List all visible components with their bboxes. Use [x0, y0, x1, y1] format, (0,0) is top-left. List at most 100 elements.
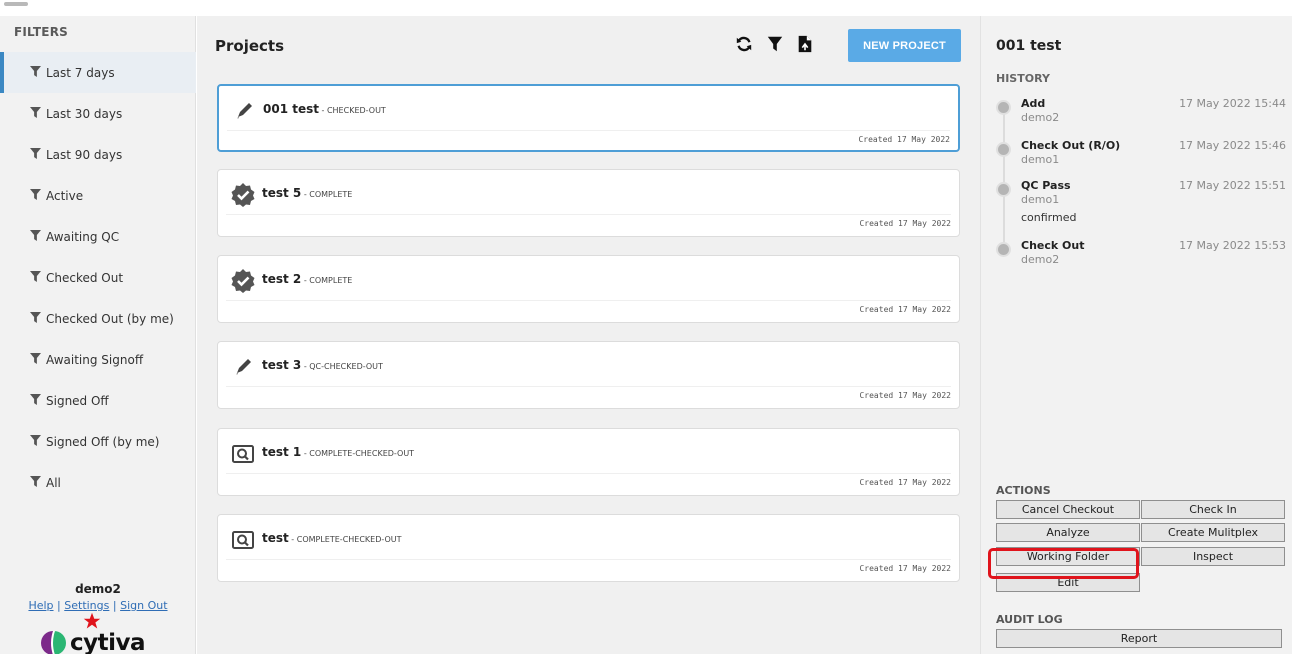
project-card[interactable]: test 5 - COMPLETE Created 17 May 2022 — [217, 169, 960, 237]
link-separator: | — [112, 599, 117, 612]
filter-label: Last 7 days — [46, 65, 115, 80]
funnel-icon — [30, 353, 41, 364]
filter-label: Signed Off — [46, 393, 109, 408]
funnel-icon — [30, 271, 41, 282]
project-created-date: Created 17 May 2022 — [858, 135, 950, 144]
actions-label: ACTIONS — [996, 484, 1051, 497]
magnifier-box-icon — [230, 527, 256, 553]
settings-link[interactable]: Settings — [64, 599, 109, 612]
funnel-icon — [30, 189, 41, 200]
pencil-icon — [231, 98, 257, 124]
filter-item[interactable]: Checked Out — [0, 257, 196, 298]
filter-item[interactable]: Last 7 days — [0, 52, 196, 93]
project-name: test 5 — [262, 186, 302, 200]
help-link[interactable]: Help — [28, 599, 53, 612]
analyze-button[interactable]: Analyze — [996, 523, 1140, 542]
filter-label: Checked Out — [46, 270, 124, 285]
project-status: - COMPLETE — [301, 190, 353, 199]
project-card[interactable]: test 1 - COMPLETE-CHECKED-OUT Created 17 … — [217, 428, 960, 496]
export-file-icon[interactable] — [796, 35, 814, 53]
audit-log-label: AUDIT LOG — [996, 613, 1063, 626]
window-top-strip — [0, 0, 1311, 16]
pencil-icon — [230, 354, 256, 380]
history-user: demo2 — [1021, 253, 1060, 266]
project-name-line: test - COMPLETE-CHECKED-OUT — [262, 531, 402, 545]
project-detail-panel: 001 test HISTORY Add demo2 17 May 2022 15:… — [980, 16, 1292, 654]
filter-list: Last 7 days Last 30 days Last 90 days Activ… — [0, 52, 196, 503]
filters-sidebar: FILTERS Last 7 days Last 30 days Last 90 d… — [0, 16, 196, 654]
card-divider — [226, 559, 951, 560]
funnel-icon — [30, 476, 41, 487]
user-links: Help | Settings | Sign Out — [0, 599, 196, 612]
history-action: Check Out — [1021, 239, 1085, 252]
filter-label: Signed Off (by me) — [46, 434, 160, 449]
filters-title: FILTERS — [14, 25, 68, 39]
filter-item[interactable]: Last 30 days — [0, 93, 196, 134]
history-user: demo1 — [1021, 193, 1060, 206]
project-name: test 2 — [262, 272, 302, 286]
filter-icon[interactable] — [766, 35, 784, 53]
history-label: HISTORY — [996, 72, 1050, 85]
project-name-line: 001 test - CHECKED-OUT — [263, 102, 386, 116]
timeline-dot-icon — [996, 182, 1011, 197]
logo-text: cytiva — [70, 630, 146, 654]
username: demo2 — [75, 582, 121, 596]
filter-label: Awaiting Signoff — [46, 352, 144, 367]
filter-item[interactable]: All — [0, 462, 196, 503]
project-status: - CHECKED-OUT — [318, 106, 386, 115]
card-divider — [227, 130, 950, 131]
detail-title: 001 test — [996, 38, 1062, 54]
verified-badge-icon — [230, 182, 256, 208]
funnel-icon — [30, 435, 41, 446]
projects-title: Projects — [215, 37, 285, 55]
check-in-button[interactable]: Check In — [1141, 500, 1285, 519]
project-name-line: test 5 - COMPLETE — [262, 186, 352, 200]
project-created-date: Created 17 May 2022 — [859, 391, 951, 400]
project-status: - COMPLETE-CHECKED-OUT — [288, 535, 402, 544]
filter-item[interactable]: Awaiting QC — [0, 216, 196, 257]
filter-label: Last 30 days — [46, 106, 123, 121]
cancel-checkout-button[interactable]: Cancel Checkout — [996, 500, 1140, 519]
star-marker-icon — [83, 612, 101, 629]
refresh-icon[interactable] — [735, 35, 753, 53]
project-status: - COMPLETE — [301, 276, 353, 285]
inspect-button[interactable]: Inspect — [1141, 547, 1285, 566]
create-multiplex-button[interactable]: Create Mulitplex — [1141, 523, 1285, 542]
project-card[interactable]: test 3 - QC-CHECKED-OUT Created 17 May 20… — [217, 341, 960, 409]
filter-item[interactable]: Signed Off (by me) — [0, 421, 196, 462]
filter-label: Checked Out (by me) — [46, 311, 174, 326]
project-name-line: test 2 - COMPLETE — [262, 272, 352, 286]
funnel-icon — [30, 107, 41, 118]
history-time: 17 May 2022 15:44 — [1179, 97, 1286, 110]
new-project-button[interactable]: NEW PROJECT — [848, 29, 961, 62]
timeline-dot-icon — [996, 242, 1011, 257]
verified-badge-icon — [230, 268, 256, 294]
cytiva-logo: cytiva — [40, 630, 146, 654]
project-card[interactable]: test 2 - COMPLETE Created 17 May 2022 — [217, 255, 960, 323]
filter-item[interactable]: Active — [0, 175, 196, 216]
project-name: test 1 — [262, 445, 302, 459]
filter-item[interactable]: Signed Off — [0, 380, 196, 421]
history-user: demo1 — [1021, 153, 1060, 166]
sign-out-link[interactable]: Sign Out — [120, 599, 167, 612]
project-card[interactable]: 001 test - CHECKED-OUT Created 17 May 202… — [217, 84, 960, 152]
project-card[interactable]: test - COMPLETE-CHECKED-OUT Created 17 Ma… — [217, 514, 960, 582]
project-name: test — [262, 531, 289, 545]
filter-label: Last 90 days — [46, 147, 123, 162]
card-divider — [226, 473, 951, 474]
filter-item[interactable]: Last 90 days — [0, 134, 196, 175]
magnifier-box-icon — [230, 441, 256, 467]
project-name-line: test 1 - COMPLETE-CHECKED-OUT — [262, 445, 414, 459]
history-user: demo2 — [1021, 111, 1060, 124]
report-button[interactable]: Report — [996, 629, 1282, 648]
window-title-fragment — [4, 2, 28, 6]
filter-label: Awaiting QC — [46, 229, 120, 244]
filter-label: Active — [46, 188, 84, 203]
funnel-icon — [30, 394, 41, 405]
filter-item[interactable]: Checked Out (by me) — [0, 298, 196, 339]
project-name-line: test 3 - QC-CHECKED-OUT — [262, 358, 383, 372]
projects-panel: Projects NEW PROJECT 001 test - CHECKED-… — [197, 16, 980, 654]
timeline-dot-icon — [996, 100, 1011, 115]
funnel-icon — [30, 230, 41, 241]
filter-item[interactable]: Awaiting Signoff — [0, 339, 196, 380]
